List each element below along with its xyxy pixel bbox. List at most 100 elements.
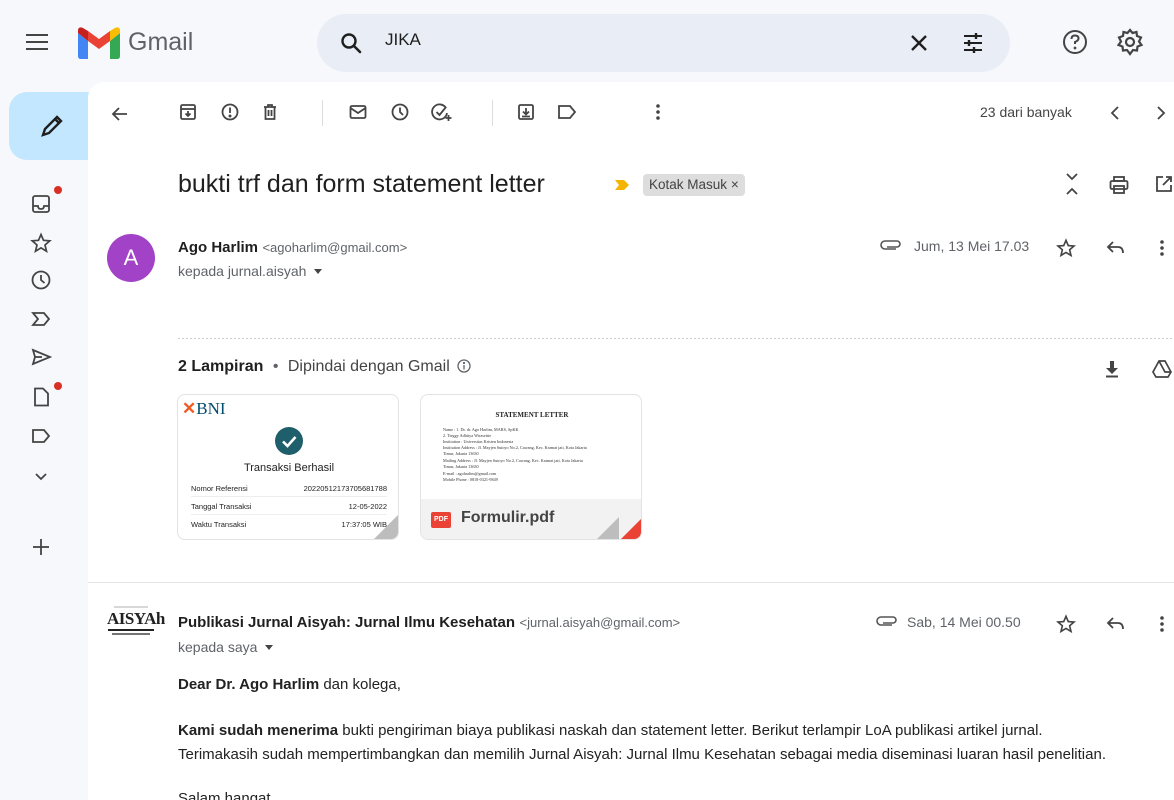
more-vert-icon[interactable] bbox=[1158, 238, 1166, 258]
receipt-row-divider bbox=[191, 496, 387, 497]
check-circle-icon bbox=[275, 427, 303, 455]
receipt-title: Transaksi Berhasil bbox=[243, 462, 335, 474]
letter-line: Mailing Address : Jl. Mayjen Sutoyo No.2… bbox=[443, 458, 583, 463]
add-task-icon[interactable] bbox=[430, 102, 452, 122]
help-icon[interactable] bbox=[1062, 29, 1088, 55]
aisyah-logo-icon[interactable]: AISYAh bbox=[106, 600, 165, 640]
toolbar-divider bbox=[492, 100, 493, 126]
label-chip-text: Kotak Masuk bbox=[649, 177, 728, 192]
page-fold bbox=[374, 515, 398, 539]
email-closing: Salam hangat, bbox=[178, 790, 275, 800]
thread-subject: bukti trf dan form statement letter bbox=[178, 170, 545, 198]
importance-marker-icon[interactable] bbox=[614, 179, 630, 191]
trash-icon[interactable] bbox=[260, 102, 280, 122]
sender-line: Ago Harlim <agoharlim@gmail.com> bbox=[178, 239, 407, 257]
close-icon[interactable] bbox=[909, 33, 929, 53]
drive-add-icon[interactable] bbox=[1152, 359, 1174, 379]
inbox-unread-dot bbox=[54, 186, 62, 194]
recipient-text: kepada saya bbox=[178, 639, 258, 655]
search-icon[interactable] bbox=[339, 31, 363, 55]
search-input[interactable] bbox=[385, 30, 885, 50]
attachment-card-pdf[interactable]: STATEMENT LETTER Name : 1. Dr. dr. Ago H… bbox=[420, 394, 642, 540]
snooze-clock-icon[interactable] bbox=[390, 102, 410, 122]
chevron-right-icon[interactable] bbox=[1154, 104, 1168, 122]
download-all-icon[interactable] bbox=[1104, 360, 1120, 378]
tune-icon[interactable] bbox=[961, 31, 985, 55]
attachment-count: 2 Lampiran bbox=[178, 358, 264, 375]
letter-title: STATEMENT LETTER bbox=[495, 411, 569, 419]
print-icon[interactable] bbox=[1108, 175, 1130, 195]
add-label-icon[interactable] bbox=[30, 536, 52, 558]
recipient-line[interactable]: kepada saya bbox=[178, 639, 274, 655]
letter-line: Timur, Jakarta 13630 bbox=[443, 464, 479, 469]
letter-line: Mobile Phone : 0818-0321-9849 bbox=[443, 477, 498, 482]
recipient-line[interactable]: kepada jurnal.aisyah bbox=[178, 263, 323, 279]
star-icon[interactable] bbox=[1056, 238, 1076, 258]
chevron-down-icon[interactable] bbox=[30, 466, 52, 488]
attachment-card-receipt[interactable]: ✕BNI Transaksi Berhasil Nomor Referensi 2… bbox=[177, 394, 399, 540]
back-icon[interactable] bbox=[110, 104, 130, 124]
label-chip: Kotak Masuk × bbox=[643, 174, 745, 196]
recipient-text: kepada jurnal.aisyah bbox=[178, 263, 307, 279]
info-icon[interactable] bbox=[457, 359, 471, 373]
gear-icon[interactable] bbox=[1116, 28, 1144, 56]
letter-line: Timur, Jakarta 13630 bbox=[443, 451, 479, 456]
more-vert-icon[interactable] bbox=[654, 102, 662, 122]
send-icon[interactable] bbox=[30, 346, 52, 368]
report-spam-icon[interactable] bbox=[220, 102, 240, 122]
draft-unread-dot bbox=[54, 382, 62, 390]
attachment-filename: Formulir.pdf bbox=[461, 509, 555, 526]
menu-icon[interactable] bbox=[26, 32, 56, 56]
avatar[interactable]: A bbox=[107, 234, 155, 282]
move-to-icon[interactable] bbox=[516, 102, 536, 122]
gmail-logo-icon[interactable] bbox=[78, 27, 120, 59]
message-pane: 23 dari banyak bukti trf dan form statem… bbox=[88, 82, 1174, 800]
mail-icon[interactable] bbox=[348, 102, 368, 122]
pager-count: 23 dari banyak bbox=[980, 104, 1072, 120]
star-icon[interactable] bbox=[1056, 614, 1076, 634]
toolbar-divider bbox=[322, 100, 323, 126]
important-icon[interactable] bbox=[30, 308, 52, 330]
message-divider bbox=[88, 582, 1174, 583]
archive-icon[interactable] bbox=[178, 102, 198, 122]
chevron-left-icon[interactable] bbox=[1108, 104, 1122, 122]
label-remove-button[interactable]: × bbox=[731, 177, 739, 192]
sender-name[interactable]: Ago Harlim bbox=[178, 239, 258, 256]
dotted-divider bbox=[178, 338, 1174, 339]
sender-name[interactable]: Publikasi Jurnal Aisyah: Jurnal Ilmu Kes… bbox=[178, 614, 515, 631]
collapse-all-icon[interactable] bbox=[1064, 172, 1080, 196]
label-icon[interactable] bbox=[556, 102, 578, 122]
label-icon[interactable] bbox=[30, 425, 52, 447]
reply-icon[interactable] bbox=[1106, 239, 1126, 257]
draft-icon[interactable] bbox=[30, 386, 52, 408]
inbox-icon[interactable] bbox=[30, 193, 52, 215]
star-icon[interactable] bbox=[30, 232, 52, 254]
caret-down-icon[interactable] bbox=[265, 645, 274, 650]
reply-icon[interactable] bbox=[1106, 615, 1126, 633]
attachment-filename-bar: PDF Formulir.pdf bbox=[421, 499, 641, 539]
letter-line: 2. Tieggy Adhitya Wirasettie bbox=[443, 433, 492, 438]
letter-line: Institution : Universitas Kristen Indone… bbox=[443, 439, 514, 444]
sender-email: <jurnal.aisyah@gmail.com> bbox=[519, 615, 681, 630]
pdf-icon: PDF bbox=[431, 512, 451, 528]
top-bar: Gmail bbox=[0, 0, 1174, 88]
receipt-row: Waktu Transaksi 17:37:05 WIB bbox=[191, 520, 387, 529]
search-bar[interactable] bbox=[317, 14, 1010, 72]
clock-icon[interactable] bbox=[30, 269, 52, 291]
open-new-window-icon[interactable] bbox=[1154, 174, 1174, 194]
receipt-row-divider bbox=[191, 514, 387, 515]
page-fold bbox=[619, 517, 641, 539]
scan-note: Dipindai dengan Gmail bbox=[287, 358, 450, 375]
more-vert-icon[interactable] bbox=[1158, 614, 1166, 634]
email-paragraph: Terimakasih sudah mempertimbangkan dan m… bbox=[178, 746, 1106, 763]
attachments-heading: 2 Lampiran • Dipindai dengan Gmail bbox=[178, 358, 471, 376]
sender-email: <agoharlim@gmail.com> bbox=[262, 240, 408, 255]
attachment-icon bbox=[876, 614, 898, 626]
bni-logo: ✕BNI bbox=[182, 399, 226, 418]
separator-dot: • bbox=[272, 358, 279, 375]
letter-line: Institution Address : Jl. Mayjen Sutoyo … bbox=[443, 445, 587, 450]
caret-down-icon[interactable] bbox=[314, 269, 323, 274]
app-name[interactable]: Gmail bbox=[128, 28, 193, 57]
email-paragraph: Kami sudah menerima bukti pengiriman bia… bbox=[178, 722, 1043, 739]
message-date: Jum, 13 Mei 17.03 bbox=[914, 238, 1030, 254]
